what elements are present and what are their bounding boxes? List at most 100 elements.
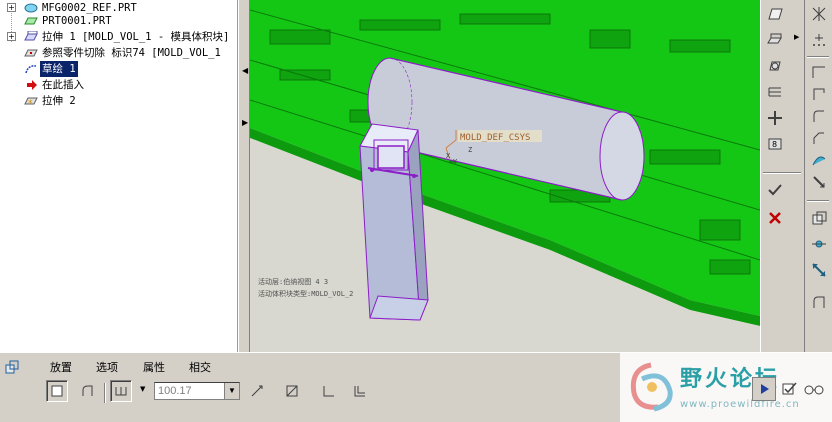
sweep-tool-icon [768, 87, 781, 97]
round-tool-button[interactable] [807, 104, 831, 128]
tree-item-workpiece[interactable]: PRT0001.PRT [0, 13, 237, 29]
svg-text:*: * [28, 99, 33, 107]
blend-tool-button[interactable] [763, 106, 787, 130]
shell-tool-icon: 8 [768, 138, 782, 150]
flyout-arrow-icon[interactable]: ▶ [794, 33, 799, 41]
extend-tool-button[interactable] [807, 290, 831, 314]
toolbar-separator [807, 200, 829, 202]
chamfer-tool-icon [813, 132, 824, 144]
tree-item-label: PRT0001.PRT [42, 15, 112, 27]
tab-intersect[interactable]: 相交 [189, 359, 211, 375]
surface-icon [82, 385, 93, 396]
move-tool-icon [812, 263, 826, 277]
axis-tool-button[interactable] [807, 2, 831, 26]
datum-point-button[interactable] [807, 28, 831, 52]
thicken-sketch-icon [323, 386, 334, 397]
tree-item-extrude-1[interactable]: + 拉伸 1 [MOLD_VOL_1 - 模具体积块] [0, 29, 237, 45]
solid-button[interactable] [46, 380, 68, 402]
shell-tool-button[interactable]: 8 [763, 132, 787, 156]
pause-button[interactable] [752, 377, 776, 401]
tree-item-extrude-2[interactable]: * 拉伸 2 [0, 93, 237, 109]
check-box-icon [782, 382, 797, 395]
expand-right-icon[interactable]: ▶ [242, 118, 248, 127]
tree-item-label: 在此插入 [42, 79, 84, 91]
trim-tool-icon [813, 176, 825, 188]
surface-button[interactable] [76, 380, 98, 402]
active-layer-text: 活动层:伯纳视图 4 3 [258, 277, 328, 286]
expand-icon[interactable]: + [7, 3, 16, 12]
surface-round-button[interactable] [807, 148, 831, 172]
sketch-icon [25, 65, 37, 74]
flip-thickness-icon [354, 386, 365, 397]
play-pause-icon [761, 384, 769, 394]
chevron-down-icon[interactable]: ▼ [224, 383, 239, 399]
csys-label: MOLD_DEF_CSYS [460, 133, 530, 143]
revolve-tool-button[interactable] [763, 54, 787, 78]
flip-direction-icon [251, 385, 263, 397]
offset-tool-button[interactable] [807, 206, 831, 230]
verify-glasses-button[interactable] [802, 377, 826, 401]
cancel-x-button[interactable] [763, 206, 787, 230]
toolbar-separator [807, 56, 829, 58]
expand-icon[interactable]: + [7, 32, 16, 41]
flip-thickness-button[interactable] [349, 380, 371, 402]
thicken-sketch-button[interactable] [318, 380, 340, 402]
remove-material-icon [286, 385, 298, 397]
apply-check-button[interactable] [763, 178, 787, 202]
extrude-new-icon: * [24, 97, 38, 107]
extrude-tool-icon [767, 33, 782, 44]
toolbar-separator [763, 172, 801, 174]
cross-axis-icon [812, 7, 826, 21]
extend-tool-icon [813, 296, 825, 308]
mirror-tool-button[interactable] [807, 232, 831, 256]
tab-properties[interactable]: 属性 [143, 359, 165, 375]
cutout-icon [24, 49, 38, 57]
tree-splitter[interactable]: ◀ ▶ [238, 0, 250, 352]
tab-placement[interactable]: 放置 [50, 359, 72, 375]
trim-tool-button[interactable] [807, 170, 831, 194]
depth-value-text: 100.17 [158, 385, 192, 397]
remove-material-button[interactable] [281, 380, 303, 402]
preview-check-button[interactable] [780, 377, 800, 401]
graphics-window[interactable]: MOLD_DEF_CSYS X Y Z 活动层:伯纳视图 4 3 活动体积块类型… [250, 0, 760, 352]
model-tree[interactable]: + MFG0002_REF.PRT PRT0001.PRT + 拉伸 1 [MO… [0, 0, 238, 352]
tree-item-label: 拉伸 2 [42, 95, 76, 107]
blind-depth-icon [115, 387, 127, 396]
close-icon [769, 212, 781, 224]
right-toolbar-tools: ▶ 8 [760, 0, 804, 352]
dash-separator [104, 383, 106, 403]
insert-here-arrow-icon [27, 80, 37, 90]
offset-tool-icon [812, 211, 827, 225]
depth-blind-button[interactable] [110, 380, 132, 402]
datum-plane-button[interactable] [763, 2, 787, 26]
collapse-left-icon[interactable]: ◀ [242, 66, 248, 75]
svg-text:8: 8 [772, 140, 777, 149]
draft-tool-icon [813, 88, 825, 100]
tab-options[interactable]: 选项 [96, 359, 118, 375]
depth-value-input[interactable]: 100.17 ▼ [154, 382, 240, 400]
depth-options-dropdown-icon[interactable]: ▼ [140, 385, 145, 393]
model-viewport-canvas[interactable]: MOLD_DEF_CSYS X Y Z 活动层:伯纳视图 4 3 活动体积块类型… [250, 0, 760, 352]
solid-icon [51, 385, 63, 397]
sweep-tool-button[interactable] [763, 80, 787, 104]
extrude-feature-icon [5, 360, 19, 374]
curve-tool-button[interactable] [807, 60, 831, 84]
csys-axis-z: Z [468, 146, 472, 154]
workpiece-icon [24, 17, 38, 25]
pro-engineer-window: + MFG0002_REF.PRT PRT0001.PRT + 拉伸 1 [MO… [0, 0, 832, 422]
right-toolbar-datums [804, 0, 832, 352]
datum-point-icon [813, 34, 825, 46]
extrude-tool-button[interactable] [763, 28, 787, 52]
tree-item-sketch-1[interactable]: 草绘 1 [0, 61, 237, 77]
flip-direction-button[interactable] [246, 380, 268, 402]
extrude-icon [24, 31, 38, 41]
tree-item-insert-here[interactable]: 在此插入 [0, 77, 237, 93]
draft-tool-button[interactable] [807, 82, 831, 106]
blend-tool-icon [768, 111, 782, 125]
forum-logo-icon [630, 362, 673, 412]
chamfer-tool-button[interactable] [807, 126, 831, 150]
extrude-preview-box [359, 123, 429, 321]
move-tool-button[interactable] [807, 258, 831, 282]
tree-item-ref-cutout[interactable]: 参照零件切除 标识74 [MOLD_VOL_1 [0, 45, 237, 61]
active-volume-type-text: 活动体积块类型:MOLD_VOL_2 [258, 289, 353, 298]
